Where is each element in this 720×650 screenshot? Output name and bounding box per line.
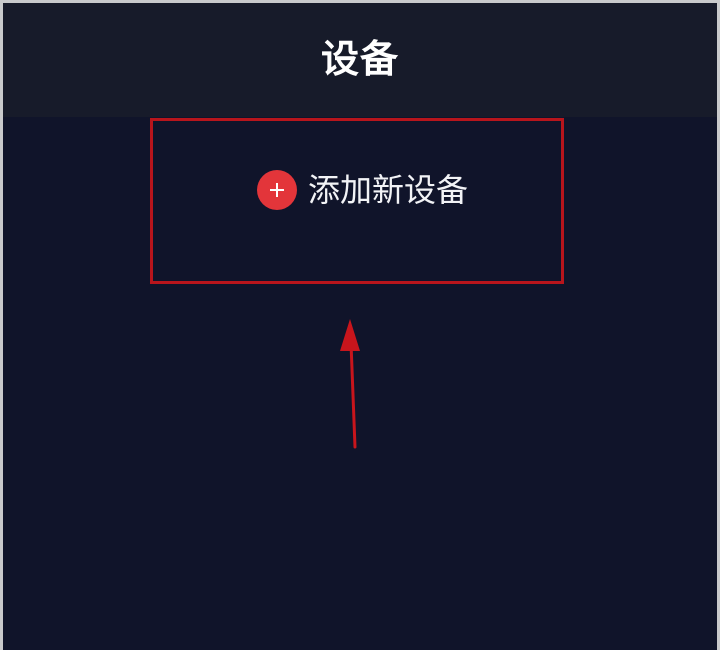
arrow-head-icon — [340, 319, 360, 351]
add-device-label: 添加新设备 — [308, 171, 469, 209]
arrow-shaft — [349, 341, 357, 449]
device-screen: 设备 添加新设备 — [3, 3, 717, 650]
add-device-button[interactable]: 添加新设备 — [257, 165, 468, 215]
header-bar: 设备 — [3, 3, 717, 117]
plus-circle-icon — [257, 170, 297, 210]
page-title: 设备 — [320, 37, 399, 81]
annotation-arrow — [340, 319, 360, 449]
